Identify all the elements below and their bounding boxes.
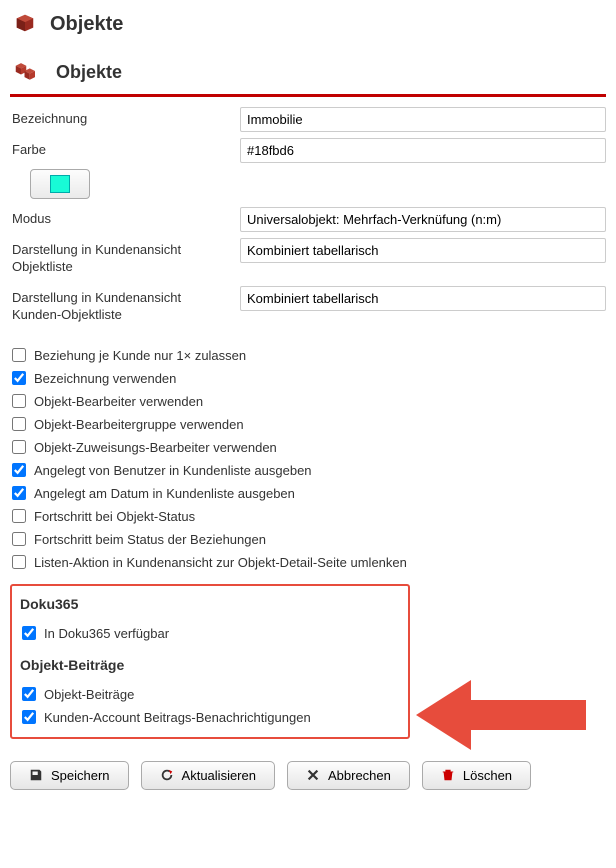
checkbox-label: Listen-Aktion in Kundenansicht zur Objek… [34, 555, 407, 570]
color-swatch-icon [50, 175, 70, 193]
delete-button[interactable]: Löschen [422, 761, 531, 790]
save-icon [29, 768, 43, 782]
checkbox-beziehung-1x[interactable] [12, 348, 26, 362]
close-icon [306, 768, 320, 782]
checkbox-label: Angelegt am Datum in Kundenliste ausgebe… [34, 486, 295, 501]
box-icon [14, 12, 36, 37]
input-farbe[interactable] [240, 138, 606, 163]
checkbox-doku365-verfuegbar[interactable] [22, 626, 36, 640]
checkbox-label: Fortschritt bei Objekt-Status [34, 509, 195, 524]
checkbox-fortschritt-status[interactable] [12, 509, 26, 523]
checkbox-objekt-bearbeiter[interactable] [12, 394, 26, 408]
label-darstellung-objektliste: Darstellung in Kundenansicht Objektliste [10, 238, 240, 280]
input-darstellung-objektliste[interactable] [240, 238, 606, 263]
label-modus: Modus [10, 207, 240, 232]
button-label: Aktualisieren [182, 768, 256, 783]
doku365-heading: Doku365 [20, 596, 398, 612]
checkbox-label: Objekt-Bearbeitergruppe verwenden [34, 417, 244, 432]
label-darstellung-kunden: Darstellung in Kundenansicht Kunden-Obje… [10, 286, 240, 328]
checkbox-label: Objekt-Zuweisungs-Bearbeiter verwenden [34, 440, 277, 455]
checkbox-kunden-benachrichtigung[interactable] [22, 710, 36, 724]
checkbox-label: In Doku365 verfügbar [44, 626, 169, 641]
input-darstellung-kunden[interactable] [240, 286, 606, 311]
checkbox-angelegt-benutzer[interactable] [12, 463, 26, 477]
checkbox-label: Fortschritt beim Status der Beziehungen [34, 532, 266, 547]
input-modus[interactable] [240, 207, 606, 232]
objekt-beitraege-heading: Objekt-Beiträge [20, 657, 398, 673]
checkbox-angelegt-datum[interactable] [12, 486, 26, 500]
checkbox-fortschritt-beziehung[interactable] [12, 532, 26, 546]
checkbox-objekt-beitraege[interactable] [22, 687, 36, 701]
checkbox-label: Beziehung je Kunde nur 1× zulassen [34, 348, 246, 363]
input-bezeichnung[interactable] [240, 107, 606, 132]
refresh-button[interactable]: Aktualisieren [141, 761, 275, 790]
checkbox-objekt-zuweisung[interactable] [12, 440, 26, 454]
button-label: Löschen [463, 768, 512, 783]
checkbox-bezeichnung-verwenden[interactable] [12, 371, 26, 385]
color-picker-button[interactable] [30, 169, 90, 199]
checkbox-label: Kunden-Account Beitrags-Benachrichtigung… [44, 710, 311, 725]
trash-icon [441, 768, 455, 782]
save-button[interactable]: Speichern [10, 761, 129, 790]
checkbox-listen-aktion[interactable] [12, 555, 26, 569]
checkbox-label: Objekt-Bearbeiter verwenden [34, 394, 203, 409]
checkbox-label: Objekt-Beiträge [44, 687, 134, 702]
checkbox-label: Bezeichnung verwenden [34, 371, 176, 386]
section-title: Objekte [56, 62, 122, 83]
checkbox-objekt-bearbeitergruppe[interactable] [12, 417, 26, 431]
label-bezeichnung: Bezeichnung [10, 107, 240, 132]
annotation-arrow-icon [416, 680, 586, 750]
page-title: Objekte [50, 13, 123, 36]
label-farbe: Farbe [10, 138, 240, 163]
refresh-icon [160, 768, 174, 782]
button-label: Abbrechen [328, 768, 391, 783]
boxes-icon [14, 59, 42, 86]
checkbox-label: Angelegt von Benutzer in Kundenliste aus… [34, 463, 312, 478]
cancel-button[interactable]: Abbrechen [287, 761, 410, 790]
button-label: Speichern [51, 768, 110, 783]
